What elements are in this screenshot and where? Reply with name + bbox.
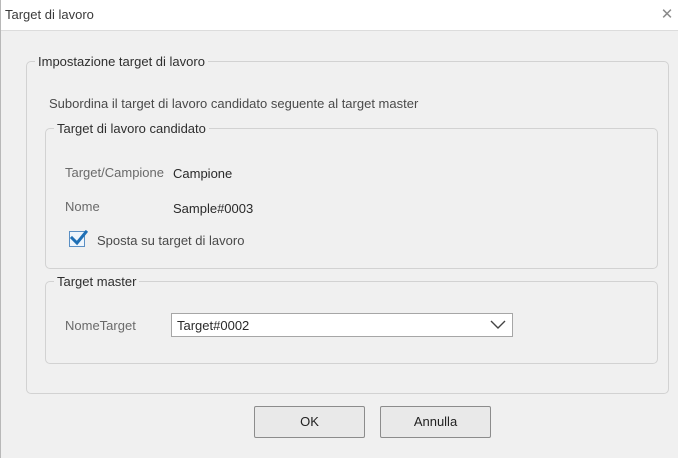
- target-name-dropdown[interactable]: Target#0002: [171, 313, 513, 337]
- candidate-group-legend: Target di lavoro candidato: [57, 121, 206, 136]
- target-name-label: NomeTarget: [65, 318, 136, 333]
- master-group-legend: Target master: [57, 274, 137, 289]
- move-to-work-target-checkbox[interactable]: [69, 230, 88, 247]
- checkmark-icon: [70, 230, 88, 246]
- window-title: Target di lavoro: [5, 7, 94, 22]
- chevron-down-icon: [490, 320, 506, 329]
- close-button[interactable]: ✕: [656, 0, 678, 30]
- target-sample-label: Target/Campione: [65, 165, 164, 180]
- title-bar: Target di lavoro ✕: [1, 0, 678, 31]
- move-checkbox-label[interactable]: Sposta su target di lavoro: [97, 233, 244, 248]
- close-icon: ✕: [660, 6, 674, 23]
- dropdown-selected-value: Target#0002: [177, 318, 250, 333]
- ok-button[interactable]: OK: [254, 406, 365, 438]
- target-sample-value: Campione: [173, 166, 233, 181]
- name-label: Nome: [65, 199, 100, 214]
- name-value: Sample#0003: [173, 201, 254, 216]
- description-text: Subordina il target di lavoro candidato …: [49, 96, 419, 111]
- cancel-button[interactable]: Annulla: [380, 406, 491, 438]
- settings-group-legend: Impostazione target di lavoro: [38, 54, 205, 69]
- dialog-window: Target di lavoro ✕ Impostazione target d…: [0, 0, 678, 458]
